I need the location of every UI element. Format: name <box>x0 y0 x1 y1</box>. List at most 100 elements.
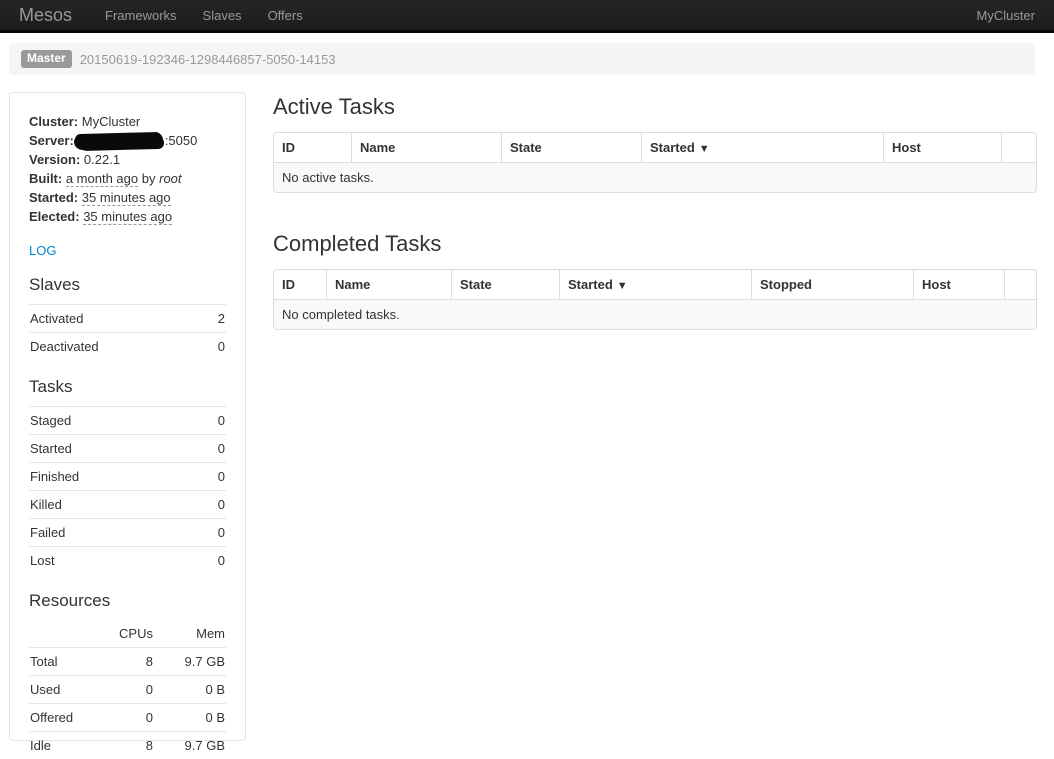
resources-offered-label: Offered <box>29 704 92 732</box>
elected-value: 35 minutes ago <box>83 209 172 225</box>
tasks-summary-table: Staged 0 Started 0 Finished 0 Killed 0 F… <box>29 406 226 574</box>
active-tasks-title: Active Tasks <box>273 94 1037 120</box>
version-label: Version: <box>29 152 80 167</box>
active-col-host[interactable]: Host <box>883 133 1001 162</box>
active-col-started[interactable]: Started ▼ <box>641 133 883 162</box>
nav-item-frameworks[interactable]: Frameworks <box>92 8 190 23</box>
tasks-killed-label: Killed <box>29 491 196 519</box>
sort-descending-icon: ▼ <box>617 280 628 292</box>
tasks-started-value: 0 <box>196 435 226 463</box>
server-info-line: Server: :5050 <box>29 131 226 150</box>
tasks-lost-value: 0 <box>196 547 226 575</box>
resources-idle-cpus: 8 <box>92 732 154 759</box>
top-navbar: Mesos Frameworks Slaves Offers MyCluster <box>0 0 1054 33</box>
table-row: Used 0 0 B <box>29 676 226 704</box>
resources-header-spacer <box>29 620 92 648</box>
active-col-started-label: Started <box>650 140 695 155</box>
resources-total-label: Total <box>29 648 92 676</box>
version-value: 0.22.1 <box>84 152 120 167</box>
built-by: by <box>142 171 156 186</box>
slaves-deactivated-label: Deactivated <box>29 333 203 361</box>
nav-item-offers[interactable]: Offers <box>255 8 316 23</box>
completed-tasks-empty-message: No completed tasks. <box>274 299 1036 329</box>
elected-label: Elected: <box>29 209 80 224</box>
completed-col-name[interactable]: Name <box>326 270 451 299</box>
cluster-value: MyCluster <box>82 114 141 129</box>
slaves-table: Activated 2 Deactivated 0 <box>29 304 226 360</box>
completed-col-state[interactable]: State <box>451 270 559 299</box>
cluster-info-line: Cluster: MyCluster <box>29 112 226 131</box>
slaves-section-title: Slaves <box>29 275 226 295</box>
started-info-line: Started: 35 minutes ago <box>29 188 226 207</box>
table-header-row: ID Name State Started ▼ Host <box>274 133 1036 162</box>
cluster-label: Cluster: <box>29 114 78 129</box>
resources-table: CPUs Mem Total 8 9.7 GB Used 0 0 B Offer… <box>29 620 226 759</box>
resources-section-title: Resources <box>29 591 226 611</box>
master-id: 20150619-192346-1298446857-5050-14153 <box>80 52 336 67</box>
resources-used-label: Used <box>29 676 92 704</box>
server-address-redacted <box>76 134 162 149</box>
breadcrumb: Master 20150619-192346-1298446857-5050-1… <box>9 43 1035 75</box>
table-row: Staged 0 <box>29 407 226 435</box>
completed-col-started-label: Started <box>568 277 613 292</box>
table-row: Killed 0 <box>29 491 226 519</box>
tasks-finished-label: Finished <box>29 463 196 491</box>
table-row: Total 8 9.7 GB <box>29 648 226 676</box>
active-col-state[interactable]: State <box>501 133 641 162</box>
log-link[interactable]: LOG <box>29 243 56 258</box>
resources-used-mem: 0 B <box>154 676 226 704</box>
resources-header-cpus: CPUs <box>92 620 154 648</box>
built-label: Built: <box>29 171 62 186</box>
tasks-staged-value: 0 <box>196 407 226 435</box>
elected-info-line: Elected: 35 minutes ago <box>29 207 226 226</box>
completed-col-host[interactable]: Host <box>913 270 1004 299</box>
active-col-id[interactable]: ID <box>274 133 351 162</box>
completed-col-stopped[interactable]: Stopped <box>751 270 913 299</box>
active-tasks-table: ID Name State Started ▼ Host No active ta… <box>273 132 1037 193</box>
tasks-lost-label: Lost <box>29 547 196 575</box>
resources-idle-label: Idle <box>29 732 92 759</box>
tasks-section-title: Tasks <box>29 377 226 397</box>
completed-col-actions <box>1004 270 1036 299</box>
navbar-brand-mesos[interactable]: Mesos <box>0 5 92 26</box>
table-row: Deactivated 0 <box>29 333 226 361</box>
table-row: Lost 0 <box>29 547 226 575</box>
sort-descending-icon: ▼ <box>699 143 710 155</box>
slaves-deactivated-value: 0 <box>203 333 226 361</box>
tasks-failed-label: Failed <box>29 519 196 547</box>
resources-offered-cpus: 0 <box>92 704 154 732</box>
tasks-killed-value: 0 <box>196 491 226 519</box>
table-row: No active tasks. <box>274 162 1036 192</box>
resources-used-cpus: 0 <box>92 676 154 704</box>
server-label: Server: <box>29 133 74 148</box>
table-row: CPUs Mem <box>29 620 226 648</box>
completed-col-started[interactable]: Started ▼ <box>559 270 751 299</box>
slaves-activated-label: Activated <box>29 305 203 333</box>
started-value: 35 minutes ago <box>82 190 171 206</box>
built-time: a month ago <box>66 171 138 187</box>
active-tasks-empty-message: No active tasks. <box>274 162 1036 192</box>
table-row: Failed 0 <box>29 519 226 547</box>
slaves-activated-value: 2 <box>203 305 226 333</box>
table-row: Activated 2 <box>29 305 226 333</box>
nav-item-slaves[interactable]: Slaves <box>190 8 255 23</box>
tasks-failed-value: 0 <box>196 519 226 547</box>
table-row: Started 0 <box>29 435 226 463</box>
resources-offered-mem: 0 B <box>154 704 226 732</box>
version-info-line: Version: 0.22.1 <box>29 150 226 169</box>
table-row: Finished 0 <box>29 463 226 491</box>
table-row: Offered 0 0 B <box>29 704 226 732</box>
server-port: :5050 <box>165 133 198 148</box>
active-col-name[interactable]: Name <box>351 133 501 162</box>
resources-total-mem: 9.7 GB <box>154 648 226 676</box>
completed-col-id[interactable]: ID <box>274 270 326 299</box>
navbar-cluster-name: MyCluster <box>976 8 1054 23</box>
built-user: root <box>159 171 181 186</box>
tasks-started-label: Started <box>29 435 196 463</box>
master-badge: Master <box>21 50 72 68</box>
started-label: Started: <box>29 190 78 205</box>
resources-header-mem: Mem <box>154 620 226 648</box>
completed-tasks-title: Completed Tasks <box>273 231 1037 257</box>
sidebar-panel: Cluster: MyCluster Server: :5050 Version:… <box>9 92 246 741</box>
main-content: Active Tasks ID Name State Started ▼ Host… <box>273 92 1037 741</box>
